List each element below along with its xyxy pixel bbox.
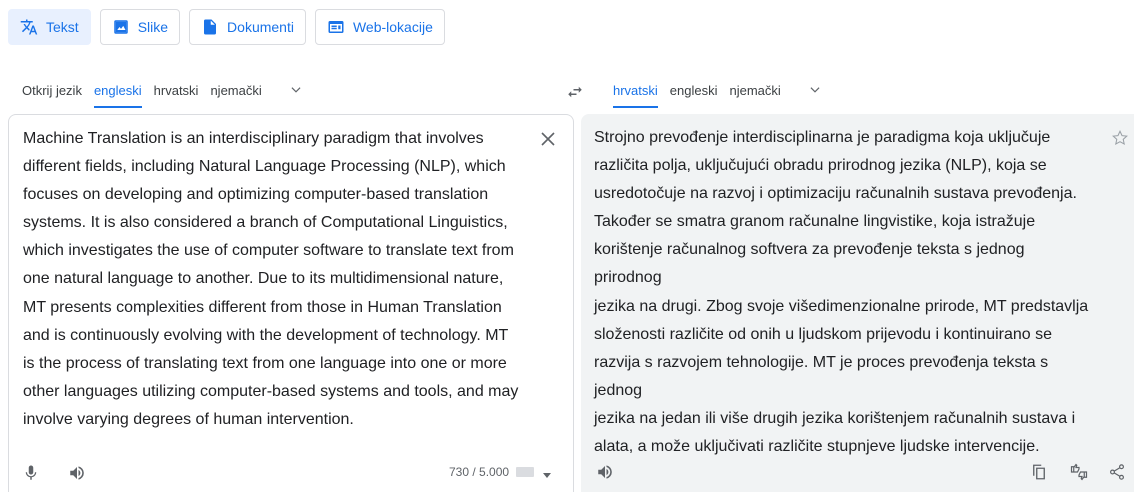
source-lang-german-label: njemački (210, 82, 262, 98)
translation-line: korištenje računalnog softvera za prevođ… (594, 241, 1025, 287)
star-icon (1111, 129, 1129, 147)
translation-output: Strojno prevođenje interdisciplinarna je… (594, 124, 1094, 461)
translation-line: usredotočuje na razvoj i optimizaciju ra… (594, 185, 1077, 203)
speaker-icon (68, 464, 86, 482)
source-line: and is continuously evolving with the de… (23, 326, 509, 344)
mode-text-label: Tekst (46, 19, 79, 35)
translation-line: Također se smatra granom računalne lingv… (594, 213, 1036, 231)
source-textarea[interactable]: Machine Translation is an interdisciplin… (23, 125, 528, 434)
microphone-icon (22, 464, 40, 482)
character-counter: 730 / 5.000 (449, 465, 510, 479)
share-translation-button[interactable] (1105, 460, 1129, 484)
keyboard-icon (515, 465, 535, 484)
chevron-down-icon[interactable] (803, 78, 827, 102)
source-lang-english-label: engleski (93, 82, 142, 98)
copy-translation-button[interactable] (1027, 460, 1051, 484)
source-line: other languages utilizing computer-based… (23, 382, 519, 400)
source-line: systems. It is also considered a branch … (23, 214, 508, 232)
save-translation-button[interactable] (1108, 126, 1132, 150)
translation-line: jezika na jedan ili više drugih jezika k… (594, 409, 1076, 427)
listen-translation-button[interactable] (593, 460, 617, 484)
source-lang-detect[interactable]: Otkrij jezik (22, 72, 82, 108)
target-lang-german[interactable]: njemački (730, 72, 781, 108)
mode-images-label: Slike (137, 19, 169, 35)
caret-down-icon (543, 466, 551, 484)
source-line: focuses on developing and optimizing com… (23, 186, 489, 204)
thumbs-feedback-icon (1069, 463, 1089, 481)
target-lang-german-label: njemački (729, 82, 781, 98)
source-line: one natural language to another. Due to … (23, 270, 504, 288)
translate-icon (20, 18, 38, 36)
clear-text-button[interactable] (536, 127, 560, 151)
target-language-bar: hrvatski engleski njemački (613, 72, 827, 108)
source-text-panel[interactable]: Machine Translation is an interdisciplin… (8, 114, 574, 492)
close-icon (541, 132, 555, 146)
target-lang-croatian[interactable]: hrvatski (613, 72, 658, 108)
swap-languages-icon[interactable] (563, 80, 587, 104)
source-lang-english[interactable]: engleski (93, 72, 142, 108)
source-lang-german[interactable]: njemački (210, 72, 261, 108)
translation-line: alata, a može uključivati različite stup… (594, 438, 1040, 456)
website-icon (327, 18, 345, 36)
mode-websites-button[interactable]: Web-lokacije (314, 9, 445, 45)
copy-icon (1030, 463, 1048, 481)
target-lang-english[interactable]: engleski (670, 72, 718, 108)
mode-websites-label: Web-lokacije (352, 19, 433, 35)
mode-images-button[interactable]: Slike (99, 9, 181, 45)
listen-source-button[interactable] (65, 461, 89, 485)
mode-tabs: Tekst Slike Dokumenti Web-lokacije (8, 9, 445, 45)
mode-documents-button[interactable]: Dokumenti (189, 9, 306, 45)
source-lang-croatian-label: hrvatski (153, 82, 199, 98)
source-line: different fields, including Natural Lang… (23, 158, 506, 176)
target-lang-croatian-label: hrvatski (613, 82, 658, 98)
share-icon (1108, 463, 1126, 481)
microphone-button[interactable] (19, 461, 43, 485)
chevron-down-icon[interactable] (284, 78, 308, 102)
source-lang-detect-label: Otkrij jezik (22, 82, 82, 98)
source-line: involve varying degrees of human interve… (23, 410, 354, 428)
translation-line: složenosti različite od onih u ljudskom … (594, 325, 1053, 343)
translation-line: Strojno prevođenje interdisciplinarna je… (594, 129, 1051, 146)
source-lang-croatian[interactable]: hrvatski (154, 72, 199, 108)
source-line: Machine Translation is an interdisciplin… (23, 130, 484, 147)
source-line: which investigates the use of computer s… (23, 242, 514, 260)
image-icon (112, 18, 130, 36)
translation-panel: Strojno prevođenje interdisciplinarna je… (581, 114, 1134, 492)
source-line: MT presents complexities different from … (23, 298, 502, 316)
document-icon (201, 18, 219, 36)
translation-line: različita polja, uključujući obradu prir… (594, 157, 1047, 175)
translation-line: razvija s razvojem tehnologije. MT je pr… (594, 353, 1049, 399)
translation-line: jezika na drugi. Zbog svoje višedimenzio… (594, 297, 1089, 315)
input-tools-button[interactable] (515, 465, 551, 484)
source-language-bar: Otkrij jezik engleski hrvatski njemački (22, 72, 308, 108)
source-line: is the process of translating text from … (23, 354, 507, 372)
target-lang-english-label: engleski (669, 82, 718, 98)
mode-text-button[interactable]: Tekst (8, 9, 91, 45)
speaker-icon (596, 463, 614, 481)
rate-translation-button[interactable] (1067, 460, 1091, 484)
mode-documents-label: Dokumenti (227, 19, 294, 35)
